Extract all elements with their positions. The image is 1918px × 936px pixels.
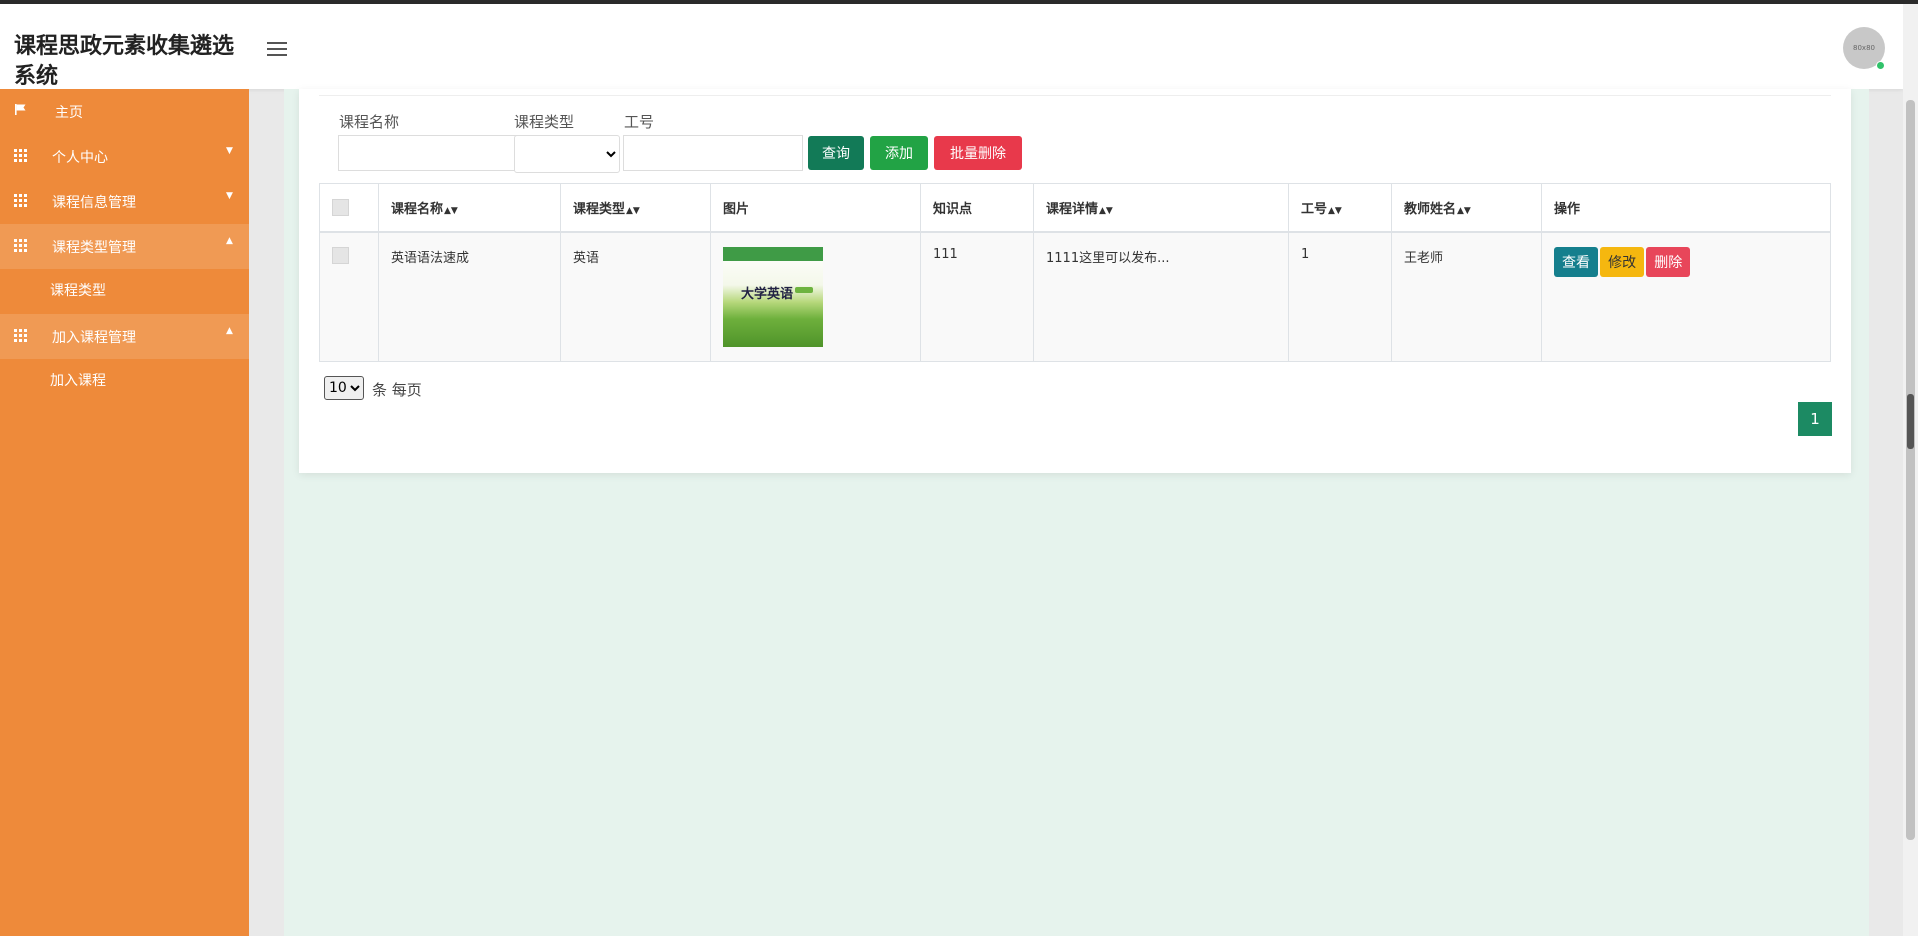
table-row: 英语语法速成 英语 大学英语 111 1111这里可以发布... 1 王老师 查… [319, 231, 1831, 362]
column-header-course-name[interactable]: 课程名称▲▼ [378, 183, 561, 233]
select-all-cell [319, 183, 379, 233]
select-all-checkbox[interactable] [332, 199, 349, 216]
chevron-down-icon: ▼ [226, 146, 233, 156]
sidebar-item-personal-center[interactable]: 个人中心 ▼ [0, 134, 249, 179]
sidebar-item-label: 课程信息管理 [52, 195, 136, 211]
cover-tag [795, 287, 813, 293]
column-header-course-detail[interactable]: 课程详情▲▼ [1033, 183, 1289, 233]
column-header-knowledge-point: 知识点 [920, 183, 1034, 233]
course-table: 课程名称▲▼ 课程类型▲▼ 图片 知识点 课程详情▲▼ 工号▲▼ 教师姓名▲▼ … [319, 183, 1831, 362]
scrollbar-indicator [1907, 394, 1914, 449]
work-no-input[interactable] [623, 135, 803, 171]
course-type-card: 课程名称 课程类型 工号 查询 添加 批量删除 课程名称▲▼ 课程类型▲▼ 图片… [299, 89, 1851, 473]
table-header-row: 课程名称▲▼ 课程类型▲▼ 图片 知识点 课程详情▲▼ 工号▲▼ 教师姓名▲▼ … [319, 183, 1831, 233]
sidebar: 主页 个人中心 ▼ 课程信息管理 ▼ 课程类型管理 ▲ 课程类型 加入课程管理 … [0, 89, 249, 936]
sidebar-subitem-course-type[interactable]: 课程类型 [0, 269, 249, 314]
course-type-select[interactable] [514, 135, 620, 173]
sidebar-item-label: 个人中心 [52, 150, 108, 166]
cell-teacher-name: 王老师 [1391, 231, 1542, 362]
column-header-work-no[interactable]: 工号▲▼ [1288, 183, 1392, 233]
row-select-cell [319, 231, 379, 362]
course-cover-image[interactable]: 大学英语 [723, 247, 823, 347]
page-button-current[interactable]: 1 [1798, 402, 1832, 436]
cell-work-no: 1 [1288, 231, 1392, 362]
flag-icon [15, 104, 26, 115]
course-name-input[interactable] [338, 135, 518, 171]
online-status-dot [1876, 61, 1885, 70]
sort-icon: ▲▼ [444, 206, 458, 216]
column-header-image: 图片 [710, 183, 921, 233]
chevron-up-icon: ▲ [226, 236, 233, 246]
sort-icon: ▲▼ [1328, 206, 1342, 216]
page-size-select[interactable]: 10 [324, 376, 364, 400]
sidebar-item-join-course[interactable]: 加入课程管理 ▲ [0, 314, 249, 359]
cell-course-type: 英语 [560, 231, 711, 362]
edit-button[interactable]: 修改 [1600, 247, 1645, 277]
sidebar-subitem-join-course[interactable]: 加入课程 [0, 359, 249, 404]
app-title: 课程思政元素收集遴选系统 [14, 34, 235, 89]
column-header-actions: 操作 [1541, 183, 1831, 233]
sidebar-item-home[interactable]: 主页 [0, 89, 249, 134]
sort-icon: ▲▼ [1099, 206, 1113, 216]
grid-icon [14, 149, 27, 162]
per-page-text: 条 每页 [372, 381, 422, 399]
course-type-label: 课程类型 [514, 113, 575, 131]
work-no-label: 工号 [624, 113, 655, 131]
cover-band [723, 247, 823, 261]
grid-icon [14, 194, 27, 207]
delete-button[interactable]: 删除 [1646, 247, 1691, 277]
grid-icon [14, 239, 27, 252]
hamburger-menu-icon[interactable] [267, 42, 287, 58]
cell-actions: 查看 修改 删除 [1541, 231, 1831, 362]
divider [319, 95, 1831, 96]
column-header-course-type[interactable]: 课程类型▲▼ [560, 183, 711, 233]
cell-image: 大学英语 [710, 231, 921, 362]
vertical-scrollbar[interactable] [1903, 4, 1918, 936]
chevron-up-icon: ▲ [226, 326, 233, 336]
sort-icon: ▲▼ [626, 206, 640, 216]
main-content: 课程名称 课程类型 工号 查询 添加 批量删除 课程名称▲▼ 课程类型▲▼ 图片… [284, 89, 1869, 936]
sidebar-item-course-type[interactable]: 课程类型管理 ▲ [0, 224, 249, 269]
view-button[interactable]: 查看 [1554, 247, 1598, 277]
query-button[interactable]: 查询 [808, 136, 864, 170]
column-header-teacher-name[interactable]: 教师姓名▲▼ [1391, 183, 1542, 233]
grid-icon [14, 329, 27, 342]
chevron-down-icon: ▼ [226, 191, 233, 201]
add-button[interactable]: 添加 [870, 136, 928, 170]
row-checkbox[interactable] [332, 247, 349, 264]
scrollbar-thumb[interactable] [1906, 100, 1915, 840]
sort-icon: ▲▼ [1457, 206, 1471, 216]
cell-course-name: 英语语法速成 [378, 231, 561, 362]
cell-course-detail: 1111这里可以发布... [1033, 231, 1289, 362]
sidebar-item-label: 加入课程管理 [52, 330, 136, 346]
cell-knowledge-point: 111 [920, 231, 1034, 362]
batch-delete-button[interactable]: 批量删除 [934, 136, 1022, 170]
sidebar-item-course-info[interactable]: 课程信息管理 ▼ [0, 179, 249, 224]
sidebar-item-label: 课程类型管理 [52, 240, 136, 256]
top-header: 课程思政元素收集遴选系统 80x80 [0, 4, 1903, 89]
course-name-label: 课程名称 [339, 113, 400, 131]
cover-title: 大学英语 [741, 287, 794, 302]
sidebar-item-label: 主页 [55, 105, 83, 121]
